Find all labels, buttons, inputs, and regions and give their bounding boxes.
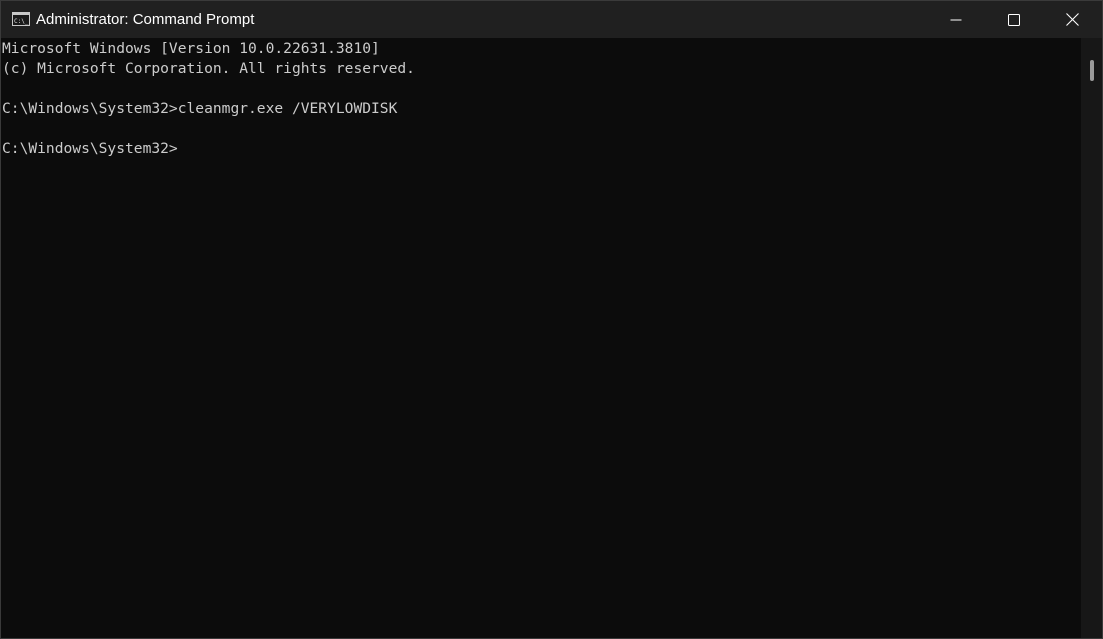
minimize-button[interactable] [926, 1, 985, 38]
console-line-version: Microsoft Windows [Version 10.0.22631.38… [2, 40, 380, 57]
close-button[interactable] [1043, 1, 1102, 38]
title-bar[interactable]: C:\_ Administrator: Command Prompt [1, 1, 1102, 38]
svg-text:C:\_: C:\_ [14, 18, 29, 25]
close-icon [1066, 13, 1079, 26]
console-output-area[interactable]: Microsoft Windows [Version 10.0.22631.38… [1, 38, 1081, 638]
maximize-button[interactable] [984, 1, 1043, 38]
console-lines: Microsoft Windows [Version 10.0.22631.38… [1, 38, 1081, 159]
maximize-icon [1007, 13, 1020, 26]
window-title: Administrator: Command Prompt [36, 11, 255, 28]
console-line-prompt[interactable]: C:\Windows\System32> [1, 139, 1081, 159]
console-line-copyright: (c) Microsoft Corporation. All rights re… [2, 60, 415, 77]
minimize-icon [950, 19, 961, 20]
command-prompt-icon: C:\_ [12, 12, 30, 26]
command-prompt-window: C:\_ Administrator: Command Prompt Micro… [0, 0, 1103, 639]
scrollbar-thumb[interactable] [1090, 60, 1094, 81]
vertical-scrollbar[interactable] [1081, 38, 1102, 638]
console-line-command: C:\Windows\System32>cleanmgr.exe /VERYLO… [2, 100, 398, 117]
